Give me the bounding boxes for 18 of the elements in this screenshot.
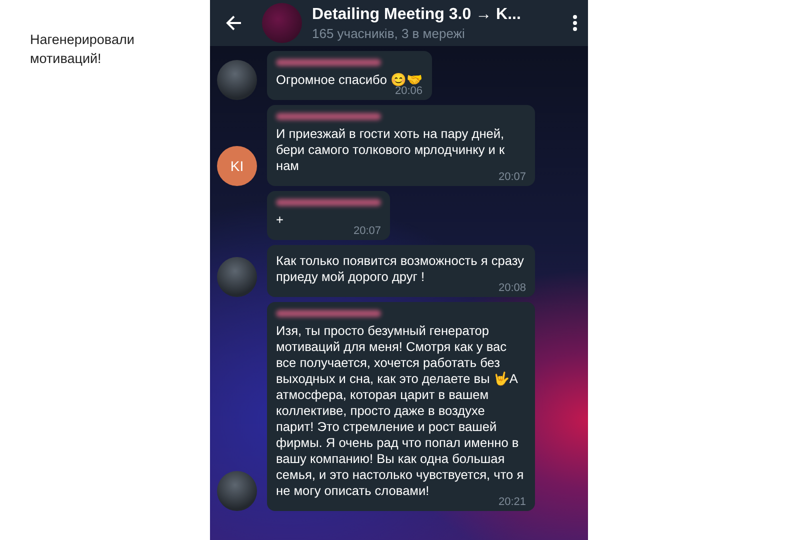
- message-text: +: [276, 212, 284, 228]
- member-count: 165 учасників, 3 в мережі: [312, 24, 466, 42]
- more-options-icon[interactable]: [572, 14, 578, 32]
- message-text: Изя, ты просто безумный генератор мотиваций для меня! Смотря как у вас все получается, хочется работать без выходных и сна, как это делаете вы 🤟А атмосфера, которая царит в вашем коллективе, просто даже в воздухе парит! Это стремление и рост вашей фирмы. Я очень рад что попал именно в вашу компанию! Вы как одна большая семья, и это настолько чувствуется, что я не могу описать словами!: [276, 323, 524, 498]
- message-text: Огромное спасибо 😊🤝: [276, 72, 423, 87]
- message-time: 20:21: [498, 496, 526, 508]
- message-time: 20:07: [353, 225, 381, 237]
- chat-title[interactable]: Detailing Meeting 3.0 → K...: [312, 4, 562, 24]
- message-text: И приезжай в гости хоть на пару дней, бери самого толкового мрлодчинку и к нам: [276, 126, 505, 173]
- caption-text: Нагенерировали мотиваций!: [30, 31, 136, 68]
- message-text: Как только появится возможность я сразу приеду мой дорого друг !: [276, 253, 524, 284]
- message-time: 20:06: [394, 85, 423, 97]
- user-avatar[interactable]: [217, 60, 257, 100]
- back-arrow-icon[interactable]: [224, 13, 244, 33]
- user-avatar[interactable]: [217, 257, 257, 297]
- message-time: 20:07: [498, 171, 526, 183]
- message-time: 20:08: [498, 282, 526, 294]
- user-avatar[interactable]: [217, 471, 257, 511]
